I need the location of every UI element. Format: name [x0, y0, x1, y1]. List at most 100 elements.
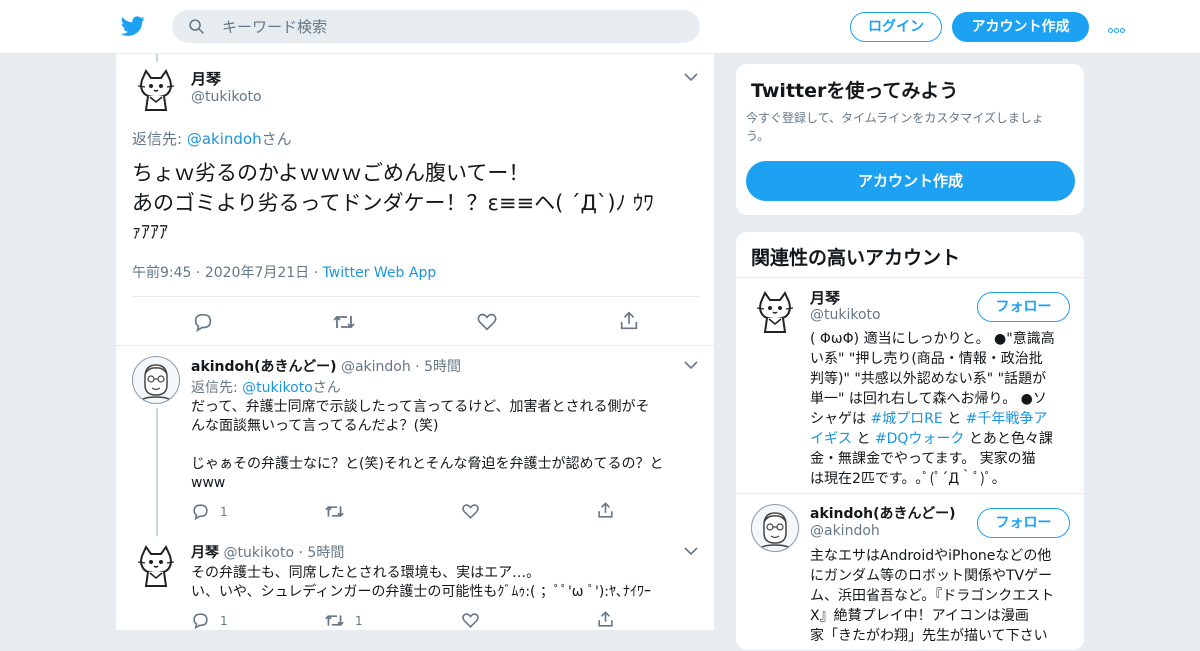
divider [116, 345, 714, 346]
share-icon[interactable] [618, 310, 640, 332]
related-title: 関連性の高いアカウント [751, 247, 961, 269]
bio-text: シャゲは [810, 411, 871, 427]
signup-card-description: 今すぐ登録して、タイムラインをカスタマイズしましょ う。 [746, 109, 1044, 145]
tweet-text-line: あのゴミより劣るってドンダケー！？ε≡≡ヘ( ´Д`)ﾉ ｳﾜ [132, 191, 654, 215]
retweet-icon[interactable] [332, 311, 356, 333]
author-handle[interactable]: @tukikoto [223, 545, 294, 561]
bio-line: 金・無課金でやってます。 実家の猫 [810, 451, 1036, 467]
cat-avatar-icon [137, 68, 175, 111]
account-name[interactable]: akindoh(あきんどー) [810, 503, 956, 523]
search-box[interactable] [172, 10, 700, 43]
more-options-icon[interactable] [1108, 18, 1130, 34]
separator-dot: · [298, 545, 303, 561]
avatar[interactable] [132, 542, 180, 590]
avatar[interactable] [132, 66, 180, 114]
tweet-text-line: んな面談無いって言ってるんだよ？(笑) [191, 418, 439, 434]
divider [736, 493, 1084, 494]
follow-button[interactable]: フォロー [977, 292, 1070, 322]
thread-line [156, 54, 158, 62]
reply-header: 月琴 @tukikoto · 5時間 [191, 542, 344, 562]
bio-line: 家「きたがわ翔」先生が描いて下さい [810, 628, 1048, 644]
avatar[interactable] [132, 356, 180, 404]
account-handle[interactable]: @tukikoto [810, 307, 881, 323]
bio-line: い系" "押し売り(商品・情報・政治批 [810, 351, 1043, 367]
tweet-time[interactable]: 5時間 [307, 545, 344, 561]
account-bio: ( ΦωΦ) 適当にしっかりと。 ●"意識高 い系" "押し売り(商品・情報・政… [810, 329, 1076, 489]
tweet-text-line: www [191, 475, 226, 491]
tweet-text-line: ちょｗ劣るのかよｗｗｗごめん腹いてー！ [132, 161, 530, 185]
divider [736, 277, 1084, 278]
bio-line: 主なエサはAndroidやiPhoneなどの他 [810, 548, 1052, 564]
search-icon [189, 19, 204, 34]
reply-suffix: さん [261, 130, 292, 148]
like-icon[interactable] [476, 311, 498, 333]
tweet-time[interactable]: 5時間 [424, 359, 461, 375]
signup-card-button[interactable]: アカウント作成 [746, 161, 1075, 201]
tweet-source-link[interactable]: Twitter Web App [323, 265, 437, 281]
reply-to-handle-link[interactable]: @akindoh [187, 130, 262, 148]
reply-prefix: 返信先: [132, 130, 187, 148]
hashtag-link[interactable]: #DQウォーク [875, 431, 965, 447]
reply-action[interactable]: 1 [191, 502, 228, 521]
avatar[interactable] [751, 504, 799, 552]
account-name[interactable]: 月琴 [810, 287, 840, 308]
share-icon[interactable] [596, 610, 615, 629]
cat-avatar-icon [137, 544, 175, 587]
account-handle[interactable]: @akindoh [810, 523, 880, 539]
like-icon[interactable] [461, 611, 480, 630]
author-handle[interactable]: @akindoh [341, 359, 411, 375]
description-line: う。 [746, 129, 770, 143]
cat-avatar-icon [756, 290, 794, 333]
tweet-text: ちょｗ劣るのかよｗｗｗごめん腹いてー！ あのゴミより劣るってドンダケー！？ε≡≡… [132, 158, 702, 248]
bio-text: とあと色々課 [964, 431, 1053, 447]
retweet-action[interactable] [324, 502, 355, 521]
tweet-date[interactable]: 2020年7月21日 [205, 265, 309, 281]
tweet-text-line: い、いや、シュレディンガーの弁護士の可能性もｸﾞﾑｩ:( ；ﾟﾟ'ω ﾟ'):ﾔ… [191, 584, 651, 600]
tweet-text-line: だって、弁護士同席で示談したって言ってるけど、加害者とされる側がそ [191, 399, 650, 415]
hashtag-link[interactable]: #城プロRE [870, 411, 942, 427]
reply-to-line: 返信先: @tukikotoさん [191, 377, 341, 397]
author-handle[interactable]: @tukikoto [191, 89, 262, 105]
separator-dot: · [415, 359, 420, 375]
tweet-column: 月琴 @tukikoto 返信先: @akindohさん ちょｗ劣るのかよｗｗｗ… [115, 54, 715, 630]
reply-count: 1 [220, 504, 228, 519]
tweet-time[interactable]: 午前9:45 [132, 265, 191, 281]
hashtag-link[interactable]: #千年戦争ア [966, 411, 1048, 427]
avatar[interactable] [751, 288, 799, 336]
reply-to-handle-link[interactable]: @tukikoto [242, 380, 313, 396]
reply-icon [193, 504, 208, 521]
hashtag-link[interactable]: イギス [810, 431, 852, 447]
divider [132, 296, 700, 297]
author-name[interactable]: 月琴 [191, 545, 219, 561]
related-accounts-card: 関連性の高いアカウント 月琴 @tukikoto フォロー ( ΦωΦ) 適当に… [735, 231, 1085, 651]
reply-header: akindoh(あきんどー) @akindoh · 5時間 [191, 356, 461, 376]
bio-line: 単一" は回れ右して森へお帰り。 ●ソ [810, 391, 1047, 407]
tweet-text-line: ｧｱｱｱ [132, 222, 168, 243]
tweet-text-line: その弁護士も、同席したとされる環境も、実はエア…。 [191, 565, 541, 581]
tweet-text-line: じゃぁその弁護士なに？と(笑)それとそんな脅迫を弁護士が認めてるの？と [191, 456, 664, 472]
like-icon[interactable] [461, 502, 480, 521]
reply-icon[interactable] [192, 311, 214, 333]
author-name[interactable]: akindoh(あきんどー) [191, 359, 337, 375]
chevron-down-icon[interactable] [684, 72, 698, 82]
chevron-down-icon[interactable] [684, 360, 698, 370]
reply-action[interactable]: 1 [191, 611, 228, 630]
chevron-down-icon[interactable] [684, 546, 698, 556]
man-face-avatar-icon [757, 512, 793, 551]
signup-card-title: Twitterを使ってみよう [751, 80, 959, 102]
twitter-bird-icon[interactable] [120, 14, 146, 38]
login-button[interactable]: ログイン [850, 12, 942, 42]
reply-to-line: 返信先: @akindohさん [132, 128, 292, 149]
share-icon[interactable] [596, 501, 615, 520]
account-bio: 主なエサはAndroidやiPhoneなどの他 にガンダム等のロボット関係やTV… [810, 546, 1076, 646]
retweet-action[interactable]: 1 [324, 611, 363, 630]
author-name[interactable]: 月琴 [191, 68, 221, 89]
signup-card: Twitterを使ってみよう 今すぐ登録して、タイムラインをカスタマイズしましょ… [735, 63, 1085, 216]
thread-line [156, 408, 158, 536]
follow-button[interactable]: フォロー [977, 508, 1070, 538]
retweet-count: 1 [355, 613, 363, 628]
bio-line: にガンダム等のロボット関係やTVゲー [810, 568, 1053, 584]
search-input[interactable] [222, 10, 682, 43]
description-line: 今すぐ登録して、タイムラインをカスタマイズしましょ [746, 111, 1044, 125]
signup-button[interactable]: アカウント作成 [952, 12, 1089, 42]
